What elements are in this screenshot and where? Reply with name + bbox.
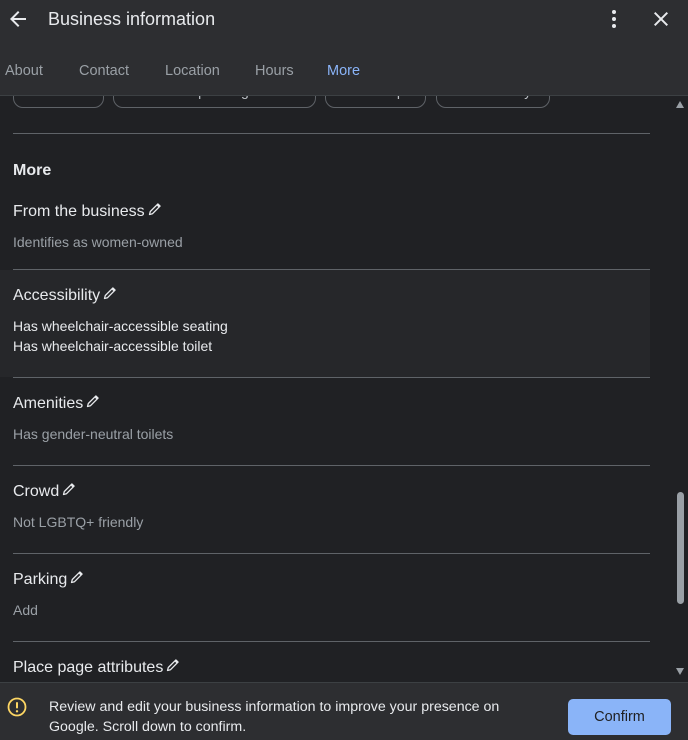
tab-about[interactable]: About bbox=[5, 63, 43, 79]
pencil-icon[interactable] bbox=[165, 657, 181, 673]
attribute-title: Place page attributes bbox=[13, 659, 164, 676]
more-vert-icon[interactable] bbox=[602, 7, 626, 31]
tab-more[interactable]: More bbox=[327, 63, 360, 79]
confirm-button[interactable]: Confirm bbox=[568, 699, 671, 735]
pencil-icon[interactable] bbox=[61, 481, 77, 497]
chip-pick-up[interactable]: Pick-up bbox=[325, 96, 426, 108]
add-link[interactable]: Add bbox=[13, 602, 38, 618]
back-arrow-icon[interactable] bbox=[6, 7, 30, 31]
attribute-from-the-business: From the business Identifies as women-ow… bbox=[0, 192, 650, 270]
attribute-title: Accessibility bbox=[13, 287, 101, 304]
attribute-amenities: Amenities Has gender-neutral toilets bbox=[0, 378, 650, 465]
scroll-thumb[interactable] bbox=[677, 492, 684, 604]
attribute-title: From the business bbox=[13, 203, 145, 220]
attribute-parking: Parking Add bbox=[0, 554, 650, 641]
warning-icon bbox=[7, 697, 27, 717]
attribute-value: Has wheelchair-accessible seating bbox=[13, 318, 228, 334]
chip-takeaway[interactable]: Takeaway bbox=[436, 96, 550, 108]
attribute-title: Crowd bbox=[13, 483, 60, 500]
attribute-title: Amenities bbox=[13, 395, 84, 412]
footer-message: Review and edit your business informatio… bbox=[49, 699, 500, 735]
chip-lunch[interactable]: Lunch bbox=[13, 96, 104, 108]
close-icon[interactable] bbox=[649, 7, 673, 31]
tab-location[interactable]: Location bbox=[165, 63, 220, 79]
tab-bar: About Contact Location Hours More bbox=[0, 56, 688, 96]
section-title: More bbox=[13, 162, 52, 179]
pencil-icon[interactable] bbox=[102, 285, 118, 301]
scroll-up-arrow-icon[interactable] bbox=[676, 101, 684, 108]
chip-online-operating-hours[interactable]: Online operating hours bbox=[113, 96, 316, 108]
attribute-place-page-attributes: Place page attributes bbox=[0, 642, 650, 682]
pencil-icon[interactable] bbox=[147, 201, 163, 217]
attribute-title: Parking bbox=[13, 571, 68, 588]
attribute-crowd: Crowd Not LGBTQ+ friendly bbox=[0, 466, 650, 553]
attribute-accessibility[interactable]: Accessibility Has wheelchair-accessible … bbox=[0, 270, 650, 377]
tab-contact[interactable]: Contact bbox=[79, 63, 129, 79]
page-title: Business information bbox=[48, 9, 216, 29]
tab-hours[interactable]: Hours bbox=[255, 63, 294, 79]
footer-banner: Review and edit your business informatio… bbox=[0, 682, 688, 740]
header: Business information About Contact Locat… bbox=[0, 0, 688, 96]
attribute-value: Not LGBTQ+ friendly bbox=[13, 514, 144, 530]
pencil-icon[interactable] bbox=[85, 393, 101, 409]
attribute-value: Has wheelchair-accessible toilet bbox=[13, 338, 213, 354]
content-area: Lunch Online operating hours Pick-up Tak… bbox=[0, 96, 672, 682]
pencil-icon[interactable] bbox=[69, 569, 85, 585]
scroll-down-arrow-icon[interactable] bbox=[676, 668, 684, 675]
attribute-value: Has gender-neutral toilets bbox=[13, 426, 174, 442]
divider bbox=[13, 133, 650, 134]
attribute-value: Identifies as women-owned bbox=[13, 234, 183, 250]
scrollbar[interactable] bbox=[672, 96, 688, 682]
